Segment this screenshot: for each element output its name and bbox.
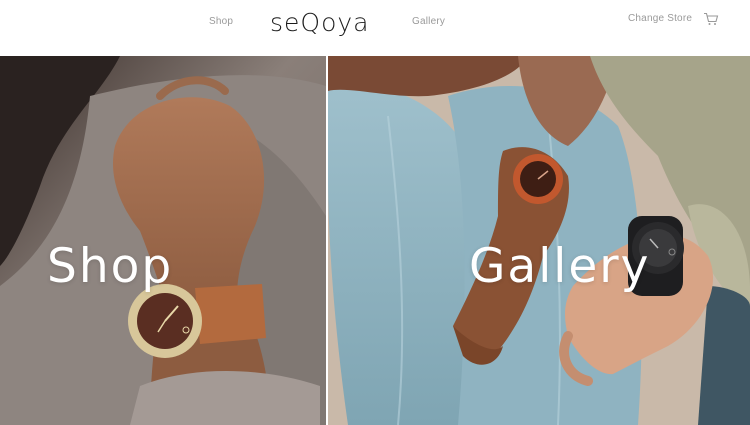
shop-panel[interactable]: Shop bbox=[0, 56, 326, 425]
gallery-panel-title[interactable]: Gallery bbox=[469, 239, 650, 294]
site-logo[interactable]: seQoya bbox=[270, 8, 370, 37]
site-header: Shop seQoya Gallery Change Store bbox=[0, 0, 750, 56]
shop-panel-title[interactable]: Shop bbox=[47, 239, 173, 294]
nav-link-shop[interactable]: Shop bbox=[209, 16, 233, 27]
change-store-link[interactable]: Change Store bbox=[628, 13, 692, 24]
gallery-panel[interactable]: Gallery bbox=[328, 56, 750, 425]
cart-icon[interactable] bbox=[703, 12, 719, 26]
nav-link-gallery[interactable]: Gallery bbox=[412, 16, 445, 27]
